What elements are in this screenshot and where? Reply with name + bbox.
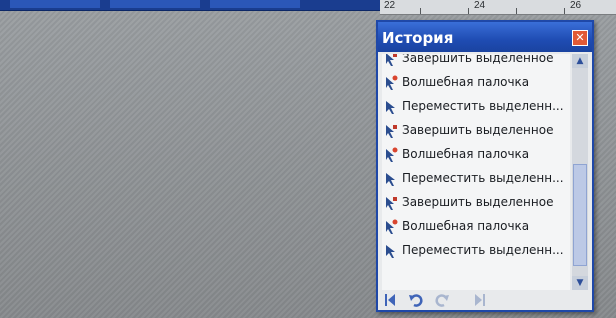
ruler-tick bbox=[516, 8, 517, 14]
history-item[interactable]: Волшебная палочка bbox=[382, 144, 570, 168]
history-item[interactable]: Переместить выделенн... bbox=[382, 168, 570, 192]
finish-selection-icon bbox=[386, 125, 397, 138]
history-item[interactable]: Завершить выделенное bbox=[382, 54, 570, 72]
magic-wand-icon bbox=[386, 219, 398, 234]
ruler-label: 22 bbox=[384, 0, 396, 11]
scroll-thumb[interactable] bbox=[573, 164, 587, 266]
history-item-label: Переместить выделенн... bbox=[402, 243, 564, 257]
history-item[interactable]: Завершить выделенное bbox=[382, 192, 570, 216]
scroll-down-button[interactable]: ▼ bbox=[572, 276, 588, 290]
history-list: Завершить выделенное Волшебная палочка П… bbox=[382, 54, 570, 290]
last-icon[interactable] bbox=[472, 292, 488, 308]
magic-wand-icon bbox=[386, 147, 398, 162]
move-selection-icon bbox=[386, 245, 395, 258]
toolbar-segment bbox=[210, 0, 300, 8]
history-toolbar bbox=[378, 292, 592, 310]
ruler-tick bbox=[420, 8, 421, 14]
toolbar-segment bbox=[110, 0, 200, 8]
history-item[interactable]: Волшебная палочка bbox=[382, 216, 570, 240]
history-item-label: Переместить выделенн... bbox=[402, 99, 564, 113]
scroll-up-button[interactable]: ▲ bbox=[572, 54, 588, 68]
history-item-label: Завершить выделенное bbox=[402, 54, 554, 65]
history-item-label: Волшебная палочка bbox=[402, 147, 530, 161]
history-item[interactable]: Переместить выделенн... bbox=[382, 96, 570, 120]
panel-title: История bbox=[382, 29, 454, 47]
move-selection-icon bbox=[386, 173, 395, 186]
history-item-label: Волшебная палочка bbox=[402, 219, 530, 233]
history-item-label: Переместить выделенн... bbox=[402, 171, 564, 185]
ruler-label: 26 bbox=[570, 0, 582, 11]
move-selection-icon bbox=[386, 101, 395, 114]
finish-selection-icon bbox=[386, 54, 397, 66]
toolbar-segment bbox=[10, 0, 100, 8]
chevron-down-icon: ▼ bbox=[576, 278, 584, 288]
undo-icon[interactable] bbox=[408, 292, 424, 308]
redo-icon[interactable] bbox=[434, 292, 450, 308]
close-button[interactable]: ✕ bbox=[572, 30, 588, 46]
history-item[interactable]: Завершить выделенное bbox=[382, 120, 570, 144]
ruler-tick bbox=[468, 8, 469, 14]
history-item[interactable]: Волшебная палочка bbox=[382, 72, 570, 96]
history-panel: История ✕ Завершить выделенное Волшебная… bbox=[376, 20, 594, 312]
ruler-tick bbox=[564, 8, 565, 14]
history-scrollbar[interactable]: ▲ ▼ bbox=[572, 54, 588, 290]
chevron-up-icon: ▲ bbox=[576, 56, 584, 66]
horizontal-ruler: 22 24 26 bbox=[380, 0, 616, 15]
history-item-label: Завершить выделенное bbox=[402, 195, 554, 209]
ruler-label: 24 bbox=[474, 0, 486, 11]
history-item[interactable]: Переместить выделенн... bbox=[382, 240, 570, 264]
history-item-label: Волшебная палочка bbox=[402, 75, 530, 89]
finish-selection-icon bbox=[386, 197, 397, 210]
history-item-label: Завершить выделенное bbox=[402, 123, 554, 137]
history-panel-titlebar[interactable]: История ✕ bbox=[378, 22, 592, 52]
close-icon: ✕ bbox=[575, 31, 585, 44]
magic-wand-icon bbox=[386, 75, 398, 90]
first-icon[interactable] bbox=[382, 292, 398, 308]
